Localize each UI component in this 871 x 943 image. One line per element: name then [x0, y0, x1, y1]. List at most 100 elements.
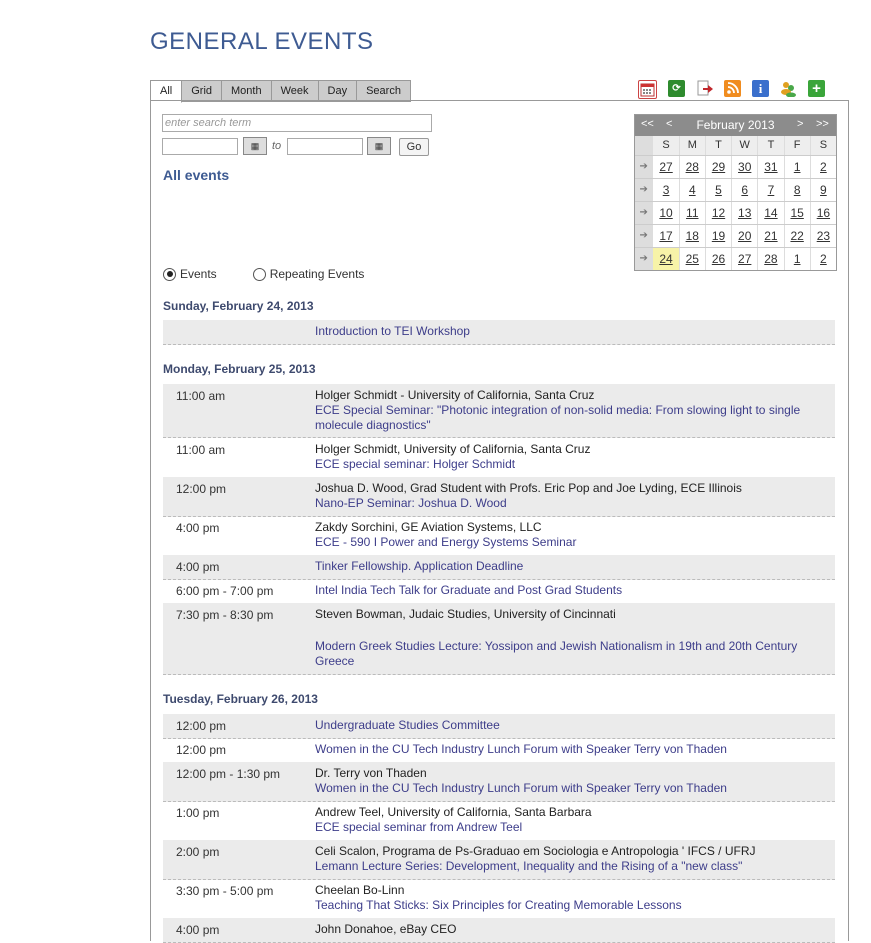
- calendar-day[interactable]: 2: [809, 248, 836, 270]
- calendar-day[interactable]: 3: [652, 179, 678, 201]
- event-link[interactable]: Women in the CU Tech Industry Lunch Foru…: [315, 781, 820, 796]
- users-icon[interactable]: [780, 80, 797, 97]
- calendar-day[interactable]: 26: [704, 248, 731, 270]
- calendar-icon[interactable]: [638, 80, 657, 99]
- event-spacer: [315, 622, 820, 639]
- calendar-week-row: ➔ 24 25 26 27 28 1 2: [635, 247, 836, 270]
- calendar-day[interactable]: 16: [809, 202, 836, 224]
- calendar-day[interactable]: 2: [809, 156, 836, 178]
- start-date-picker-button[interactable]: ▦: [243, 137, 267, 155]
- calendar-day[interactable]: 7: [757, 179, 783, 201]
- event-row: 1:00 pm Andrew Teel, University of Califo…: [163, 801, 835, 841]
- event-link[interactable]: Introduction to TEI Workshop: [315, 324, 820, 339]
- calendar-day[interactable]: 28: [757, 248, 783, 270]
- calendar-day[interactable]: 25: [678, 248, 705, 270]
- event-link[interactable]: Modern Greek Studies Lecture: Yossipon a…: [315, 639, 820, 669]
- info-icon[interactable]: i: [752, 80, 769, 97]
- calendar-day[interactable]: 10: [652, 202, 678, 224]
- calendar-day[interactable]: 13: [731, 202, 757, 224]
- search-input[interactable]: enter search term: [162, 114, 432, 132]
- event-link[interactable]: Nano-EP Seminar: Joshua D. Wood: [315, 496, 820, 511]
- calendar-day[interactable]: 20: [731, 225, 757, 247]
- events-radio-label: Events: [180, 267, 217, 281]
- event-speaker: Celi Scalon, Programa de Ps-Graduao em S…: [315, 844, 756, 858]
- event-speaker: John Donahoe, eBay CEO: [315, 922, 457, 936]
- calendar-day[interactable]: 18: [678, 225, 705, 247]
- calendar-day[interactable]: 9: [809, 179, 836, 201]
- week-arrow-icon[interactable]: ➔: [635, 248, 653, 270]
- event-link[interactable]: Women in the CU Tech Industry Lunch Foru…: [315, 742, 820, 757]
- weekday-label: F: [783, 136, 810, 155]
- event-details: Women in the CU Tech Industry Lunch Foru…: [315, 742, 820, 757]
- end-date-picker-button[interactable]: ▦: [367, 137, 391, 155]
- go-button[interactable]: Go: [399, 138, 429, 156]
- tab-month[interactable]: Month: [222, 80, 272, 102]
- event-speaker: Andrew Teel, University of California, S…: [315, 805, 592, 819]
- event-details: John Donahoe, eBay CEO: [315, 922, 820, 937]
- event-link[interactable]: Intel India Tech Talk for Graduate and P…: [315, 583, 820, 598]
- calendar-day[interactable]: 4: [678, 179, 705, 201]
- event-details: Steven Bowman, Judaic Studies, Universit…: [315, 607, 820, 669]
- event-link[interactable]: Tinker Fellowship. Application Deadline: [315, 559, 820, 574]
- event-link[interactable]: ECE - 590 I Power and Energy Systems Sem…: [315, 535, 820, 550]
- calendar-week-row: ➔ 10 11 12 13 14 15 16: [635, 201, 836, 224]
- event-row: 12:00 pm Women in the CU Tech Industry Lu…: [163, 738, 835, 763]
- event-link[interactable]: Teaching That Sticks: Six Principles for…: [315, 898, 820, 913]
- calendar-day[interactable]: 27: [652, 156, 678, 178]
- calendar-day[interactable]: 24: [652, 248, 679, 270]
- event-row: 11:00 am Holger Schmidt - University of C…: [163, 384, 835, 438]
- next-year-button[interactable]: >>: [816, 118, 829, 130]
- calendar-day[interactable]: 6: [731, 179, 757, 201]
- calendar-day[interactable]: 14: [757, 202, 783, 224]
- calendar-day[interactable]: 21: [757, 225, 783, 247]
- calendar-day[interactable]: 29: [704, 156, 731, 178]
- tab-grid[interactable]: Grid: [182, 80, 223, 102]
- event-link[interactable]: ECE special seminar: Holger Schmidt: [315, 457, 820, 472]
- event-speaker: Holger Schmidt - University of Californi…: [315, 388, 595, 402]
- calendar-day[interactable]: 30: [731, 156, 757, 178]
- day-heading: Tuesday, February 26, 2013: [163, 692, 318, 706]
- calendar-day[interactable]: 27: [731, 248, 757, 270]
- calendar-day[interactable]: 19: [704, 225, 731, 247]
- event-link[interactable]: ECE Special Seminar: "Photonic integrati…: [315, 403, 820, 433]
- event-time: 2:00 pm: [176, 845, 220, 859]
- calendar-day[interactable]: 5: [704, 179, 731, 201]
- end-date-field[interactable]: [287, 138, 363, 155]
- calendar-day[interactable]: 31: [757, 156, 783, 178]
- event-row: 4:00 pm Tinker Fellowship. Application De…: [163, 555, 835, 580]
- calendar-day[interactable]: 22: [783, 225, 810, 247]
- tab-search[interactable]: Search: [357, 80, 411, 102]
- event-link[interactable]: Undergraduate Studies Committee: [315, 718, 820, 733]
- mini-calendar-month: February 2013: [696, 118, 775, 132]
- calendar-day[interactable]: 1: [783, 156, 810, 178]
- calendar-day[interactable]: 8: [783, 179, 810, 201]
- event-link[interactable]: Lemann Lecture Series: Development, Ineq…: [315, 859, 820, 874]
- tab-day[interactable]: Day: [318, 80, 358, 102]
- start-date-field[interactable]: [162, 138, 238, 155]
- week-arrow-icon[interactable]: ➔: [635, 225, 653, 247]
- next-month-button[interactable]: >: [797, 118, 803, 130]
- mini-calendar: << < February 2013 > >> S M T W T F S ➔ 2…: [634, 114, 837, 271]
- week-arrow-icon[interactable]: ➔: [635, 156, 653, 178]
- week-arrow-icon[interactable]: ➔: [635, 179, 653, 201]
- event-row: 6:00 pm - 7:00 pm Intel India Tech Talk f…: [163, 579, 835, 604]
- weekday-header: S M T W T F S: [635, 136, 836, 155]
- calendar-day[interactable]: 12: [704, 202, 731, 224]
- rss-icon[interactable]: [724, 80, 741, 97]
- repeating-events-radio[interactable]: Repeating Events: [252, 267, 364, 281]
- tab-week[interactable]: Week: [271, 80, 319, 102]
- calendar-day[interactable]: 1: [783, 248, 810, 270]
- calendar-day[interactable]: 15: [783, 202, 810, 224]
- calendar-day[interactable]: 11: [678, 202, 705, 224]
- sync-icon[interactable]: ⟳: [668, 80, 685, 97]
- event-link[interactable]: ECE special seminar from Andrew Teel: [315, 820, 820, 835]
- calendar-day[interactable]: 17: [652, 225, 678, 247]
- calendar-day[interactable]: 28: [678, 156, 705, 178]
- add-icon[interactable]: +: [808, 80, 825, 97]
- event-time: 3:30 pm - 5:00 pm: [176, 884, 274, 898]
- events-radio[interactable]: Events: [163, 267, 217, 281]
- week-arrow-icon[interactable]: ➔: [635, 202, 653, 224]
- export-icon[interactable]: [696, 80, 713, 97]
- calendar-day[interactable]: 23: [809, 225, 836, 247]
- event-row: 4:00 pm Zakdy Sorchini, GE Aviation Syste…: [163, 516, 835, 556]
